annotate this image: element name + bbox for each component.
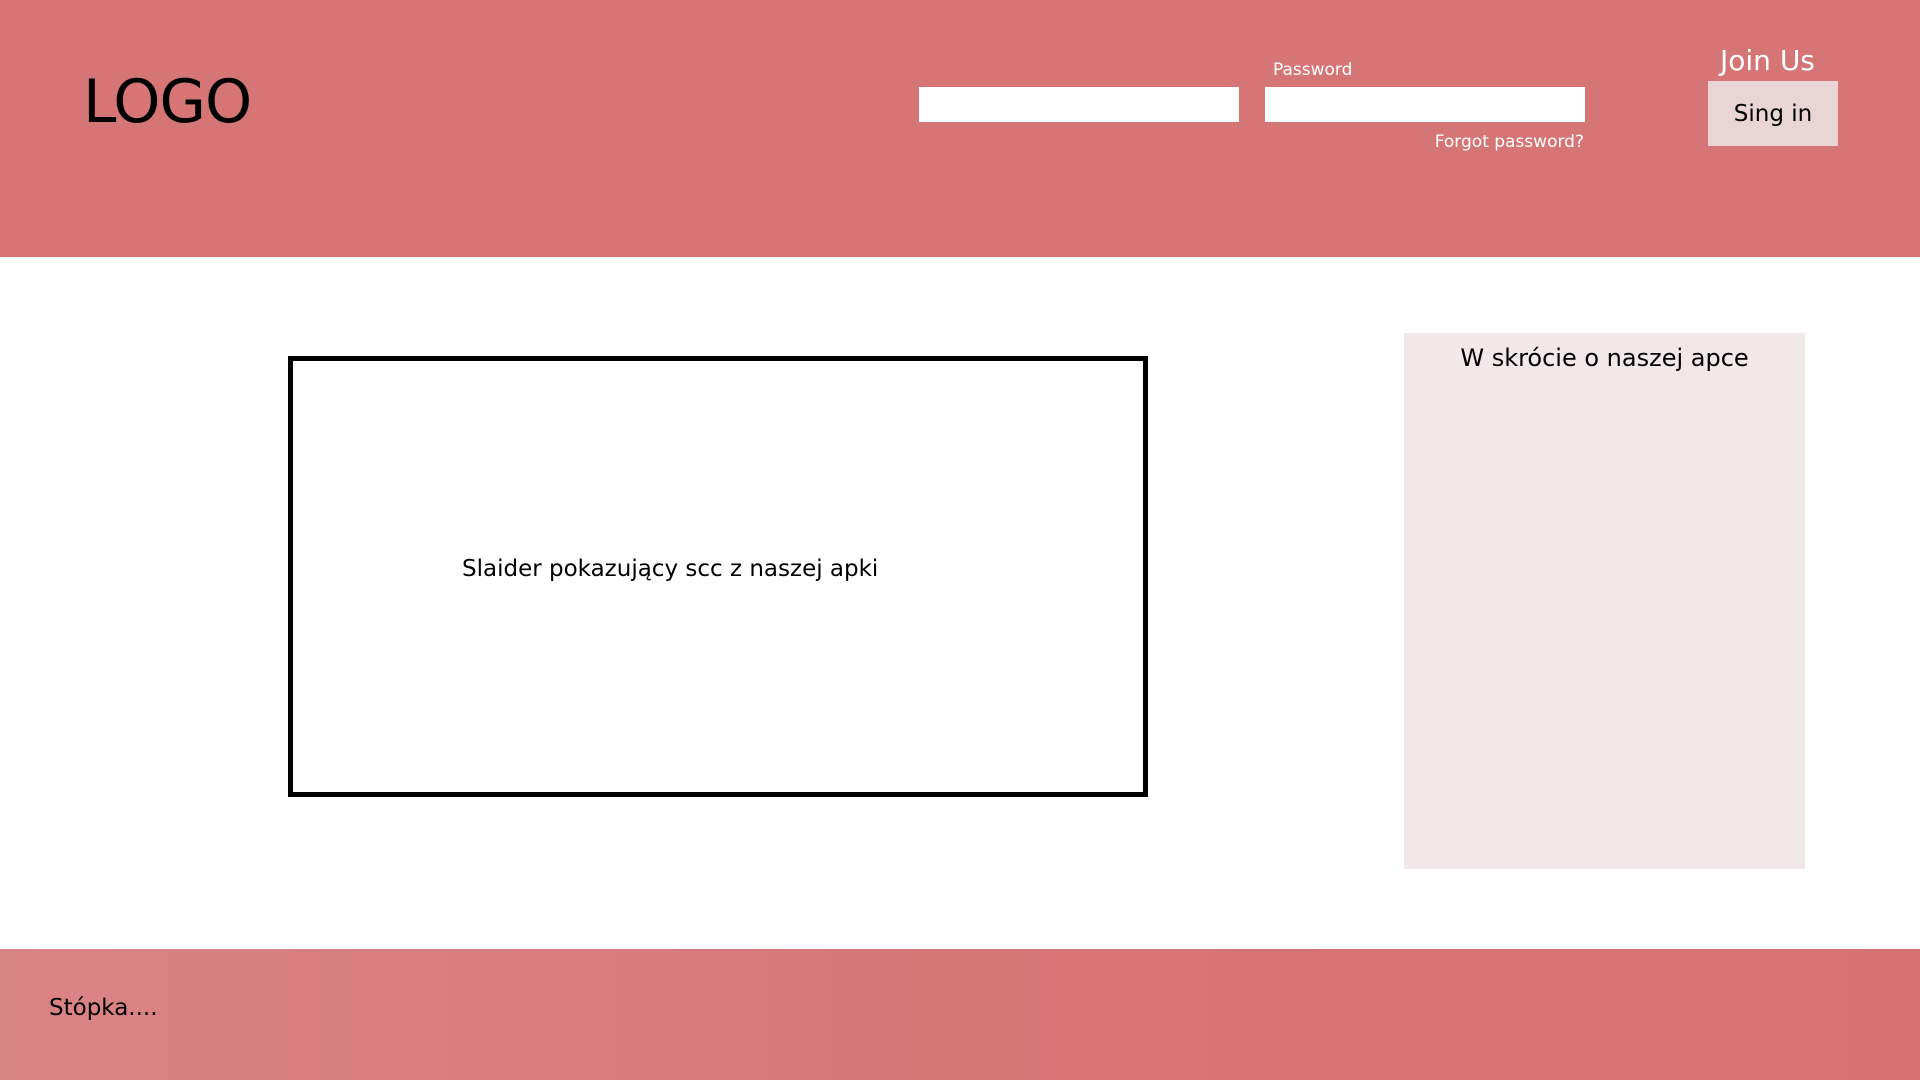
password-input[interactable] <box>1265 87 1585 122</box>
sign-in-button[interactable]: Sing in <box>1708 81 1838 146</box>
footer: Stópka.... <box>0 949 1920 1080</box>
page: LOGO Password Forgot password? Join Us S… <box>0 0 1920 1080</box>
about-app-title: W skrócie o naszej apce <box>1460 344 1749 372</box>
username-input[interactable] <box>919 87 1239 122</box>
logo: LOGO <box>83 67 252 137</box>
header: LOGO Password Forgot password? Join Us S… <box>0 0 1920 257</box>
join-us-heading: Join Us <box>1720 44 1815 77</box>
about-app-panel: W skrócie o naszej apce <box>1404 333 1805 869</box>
screenshot-slider[interactable]: Slaider pokazujący scc z naszej apki <box>288 356 1148 797</box>
password-label: Password <box>1273 60 1353 80</box>
slider-caption: Slaider pokazujący scc z naszej apki <box>462 556 879 582</box>
forgot-password-link[interactable]: Forgot password? <box>1435 132 1584 152</box>
footer-text: Stópka.... <box>49 995 158 1021</box>
